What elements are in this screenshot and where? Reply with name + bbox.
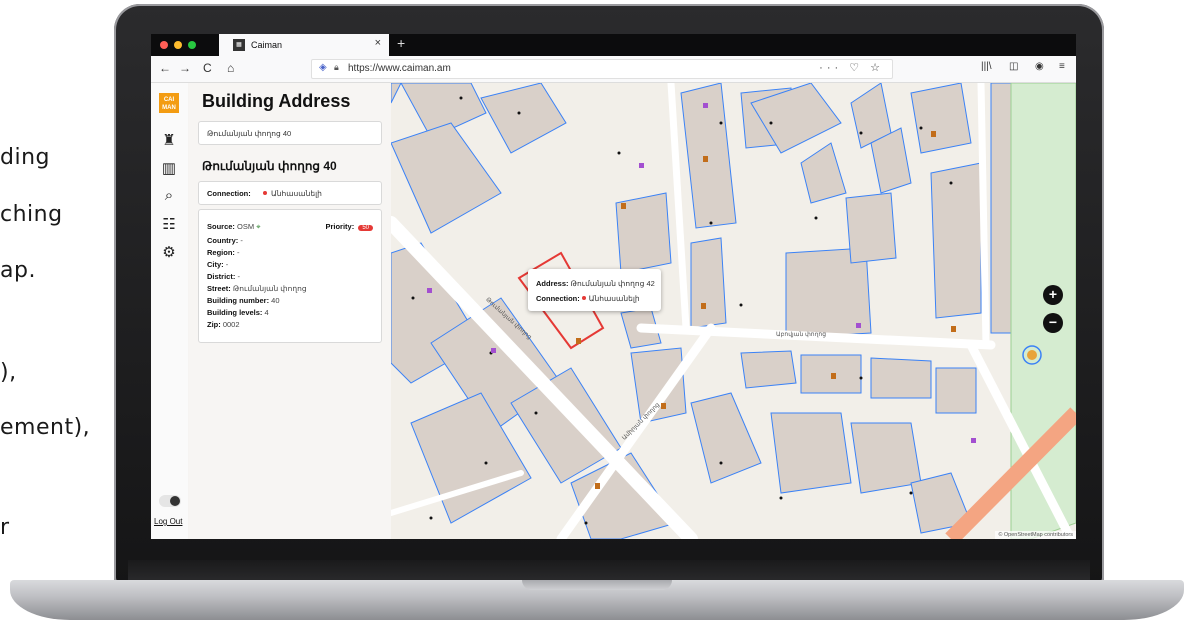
building-info-box: Source: OSM ⌖ Priority: 50 Country: - Re…: [198, 209, 382, 343]
status-dot: [581, 296, 586, 300]
laptop-notch: [522, 580, 672, 590]
connection-box: Connection: Անհասանելի: [198, 181, 382, 205]
menu-icon[interactable]: ≡: [1059, 61, 1065, 72]
field-row: Building number: 40: [207, 296, 280, 305]
search-map-icon[interactable]: ⌕: [160, 187, 178, 205]
field-row: Country: -: [207, 236, 243, 245]
reload-icon[interactable]: C: [203, 61, 212, 75]
address-search-input[interactable]: Թումանյան փողոց 40: [198, 121, 382, 145]
building-heading: Թումանյան փողոց 40: [202, 159, 337, 173]
popup-address: Address: Թումանյան փողոց 42: [536, 279, 655, 288]
library-icon[interactable]: |||\: [981, 61, 992, 72]
url-actions[interactable]: ··· ♡ ☆: [819, 61, 884, 74]
street-label: Աբովյան փողոց: [776, 332, 827, 338]
laptop-chin: [128, 560, 1090, 582]
slide-text-5: ement),: [0, 415, 91, 440]
slide-text-1: ding: [0, 145, 50, 170]
field-row: Zip: 0002: [207, 320, 240, 329]
home-icon[interactable]: ⌂: [227, 61, 234, 75]
address-bar[interactable]: ◈ 🔒︎ https://www.caiman.am ··· ♡ ☆: [311, 59, 893, 79]
slide-text-3: ap.: [0, 258, 36, 283]
hierarchy-icon[interactable]: ☷: [160, 215, 178, 233]
tab-title: Caiman: [251, 40, 283, 50]
favicon-icon: ▦: [233, 39, 245, 51]
browser-tab-bar: ▦ Caiman × +: [151, 34, 1076, 56]
people-icon[interactable]: ♜: [160, 131, 178, 149]
status-dot: [263, 191, 267, 195]
shield-icon: ◈: [319, 62, 327, 73]
slide-text-4: ),: [0, 360, 17, 385]
building-panel: Building Address Թումանյան փողոց 40 Թում…: [188, 83, 391, 539]
browser-nav-bar: ← → C ⌂ ◈ 🔒︎ https://www.caiman.am ··· ♡…: [151, 56, 1076, 83]
account-icon[interactable]: ◉: [1035, 61, 1044, 72]
source-row: Source: OSM ⌖: [207, 222, 260, 232]
field-row: Region: -: [207, 248, 240, 257]
slide-text-2: ching: [0, 202, 63, 227]
books-icon[interactable]: ▥: [160, 159, 178, 177]
map-pin-icon[interactable]: ⌖: [256, 222, 260, 231]
priority-label: Priority:: [325, 222, 355, 231]
url-text: https://www.caiman.am: [348, 63, 451, 74]
close-window-dot[interactable]: [160, 41, 168, 49]
forward-icon[interactable]: →: [179, 61, 191, 75]
app: CAI MAN ♜ ▥ ⌕ ☷ ⚙ Log Out Building Addre…: [151, 83, 1076, 539]
theme-toggle[interactable]: [159, 495, 181, 507]
source-label: Source:: [207, 222, 235, 231]
back-icon[interactable]: ←: [159, 61, 171, 75]
field-row: Street: Թումանյան փողոց: [207, 284, 307, 293]
building-popup[interactable]: Address: Թումանյան փողոց 42 Connection: Ա…: [528, 269, 661, 311]
priority: Priority: 50: [325, 222, 373, 231]
sidebar-icon[interactable]: ◫: [1009, 61, 1018, 72]
source-value: OSM: [237, 222, 255, 231]
map-attribution[interactable]: © OpenStreetMap contributors: [995, 531, 1076, 539]
zoom-in-button[interactable]: +: [1043, 285, 1063, 305]
field-row: Building levels: 4: [207, 308, 269, 317]
map-svg: [391, 83, 1076, 539]
panel-title: Building Address: [202, 91, 351, 111]
slide-text-6: r: [0, 515, 10, 540]
priority-badge: 50: [358, 225, 373, 231]
minimize-window-dot[interactable]: [174, 41, 182, 49]
logout-link[interactable]: Log Out: [154, 517, 182, 526]
tab-close-icon[interactable]: ×: [375, 37, 381, 49]
laptop-screen: ▦ Caiman × + ← → C ⌂ ◈ 🔒︎ https://www.ca…: [151, 34, 1076, 539]
popup-connection: Connection: Անհասանելի: [536, 294, 640, 303]
address-value: Թումանյան փողոց 40: [207, 129, 292, 138]
side-rail: CAI MAN ♜ ▥ ⌕ ☷ ⚙ Log Out: [151, 83, 189, 539]
connection-label: Connection:: [207, 189, 251, 198]
field-row: City: -: [207, 260, 229, 269]
new-tab-icon[interactable]: +: [397, 35, 405, 51]
field-row: District: -: [207, 272, 240, 281]
connection-value: Անհասանելի: [271, 189, 322, 198]
caiman-logo[interactable]: CAI MAN: [159, 93, 179, 113]
maximize-window-dot[interactable]: [188, 41, 196, 49]
lock-icon: 🔒︎: [334, 62, 339, 72]
settings-icon[interactable]: ⚙: [160, 243, 178, 261]
map-canvas[interactable]: Թումանյան փողոց Աբովյան փողոց Ամիրյան փո…: [391, 83, 1076, 539]
browser-tab[interactable]: ▦ Caiman ×: [219, 34, 389, 56]
zoom-out-button[interactable]: −: [1043, 313, 1063, 333]
